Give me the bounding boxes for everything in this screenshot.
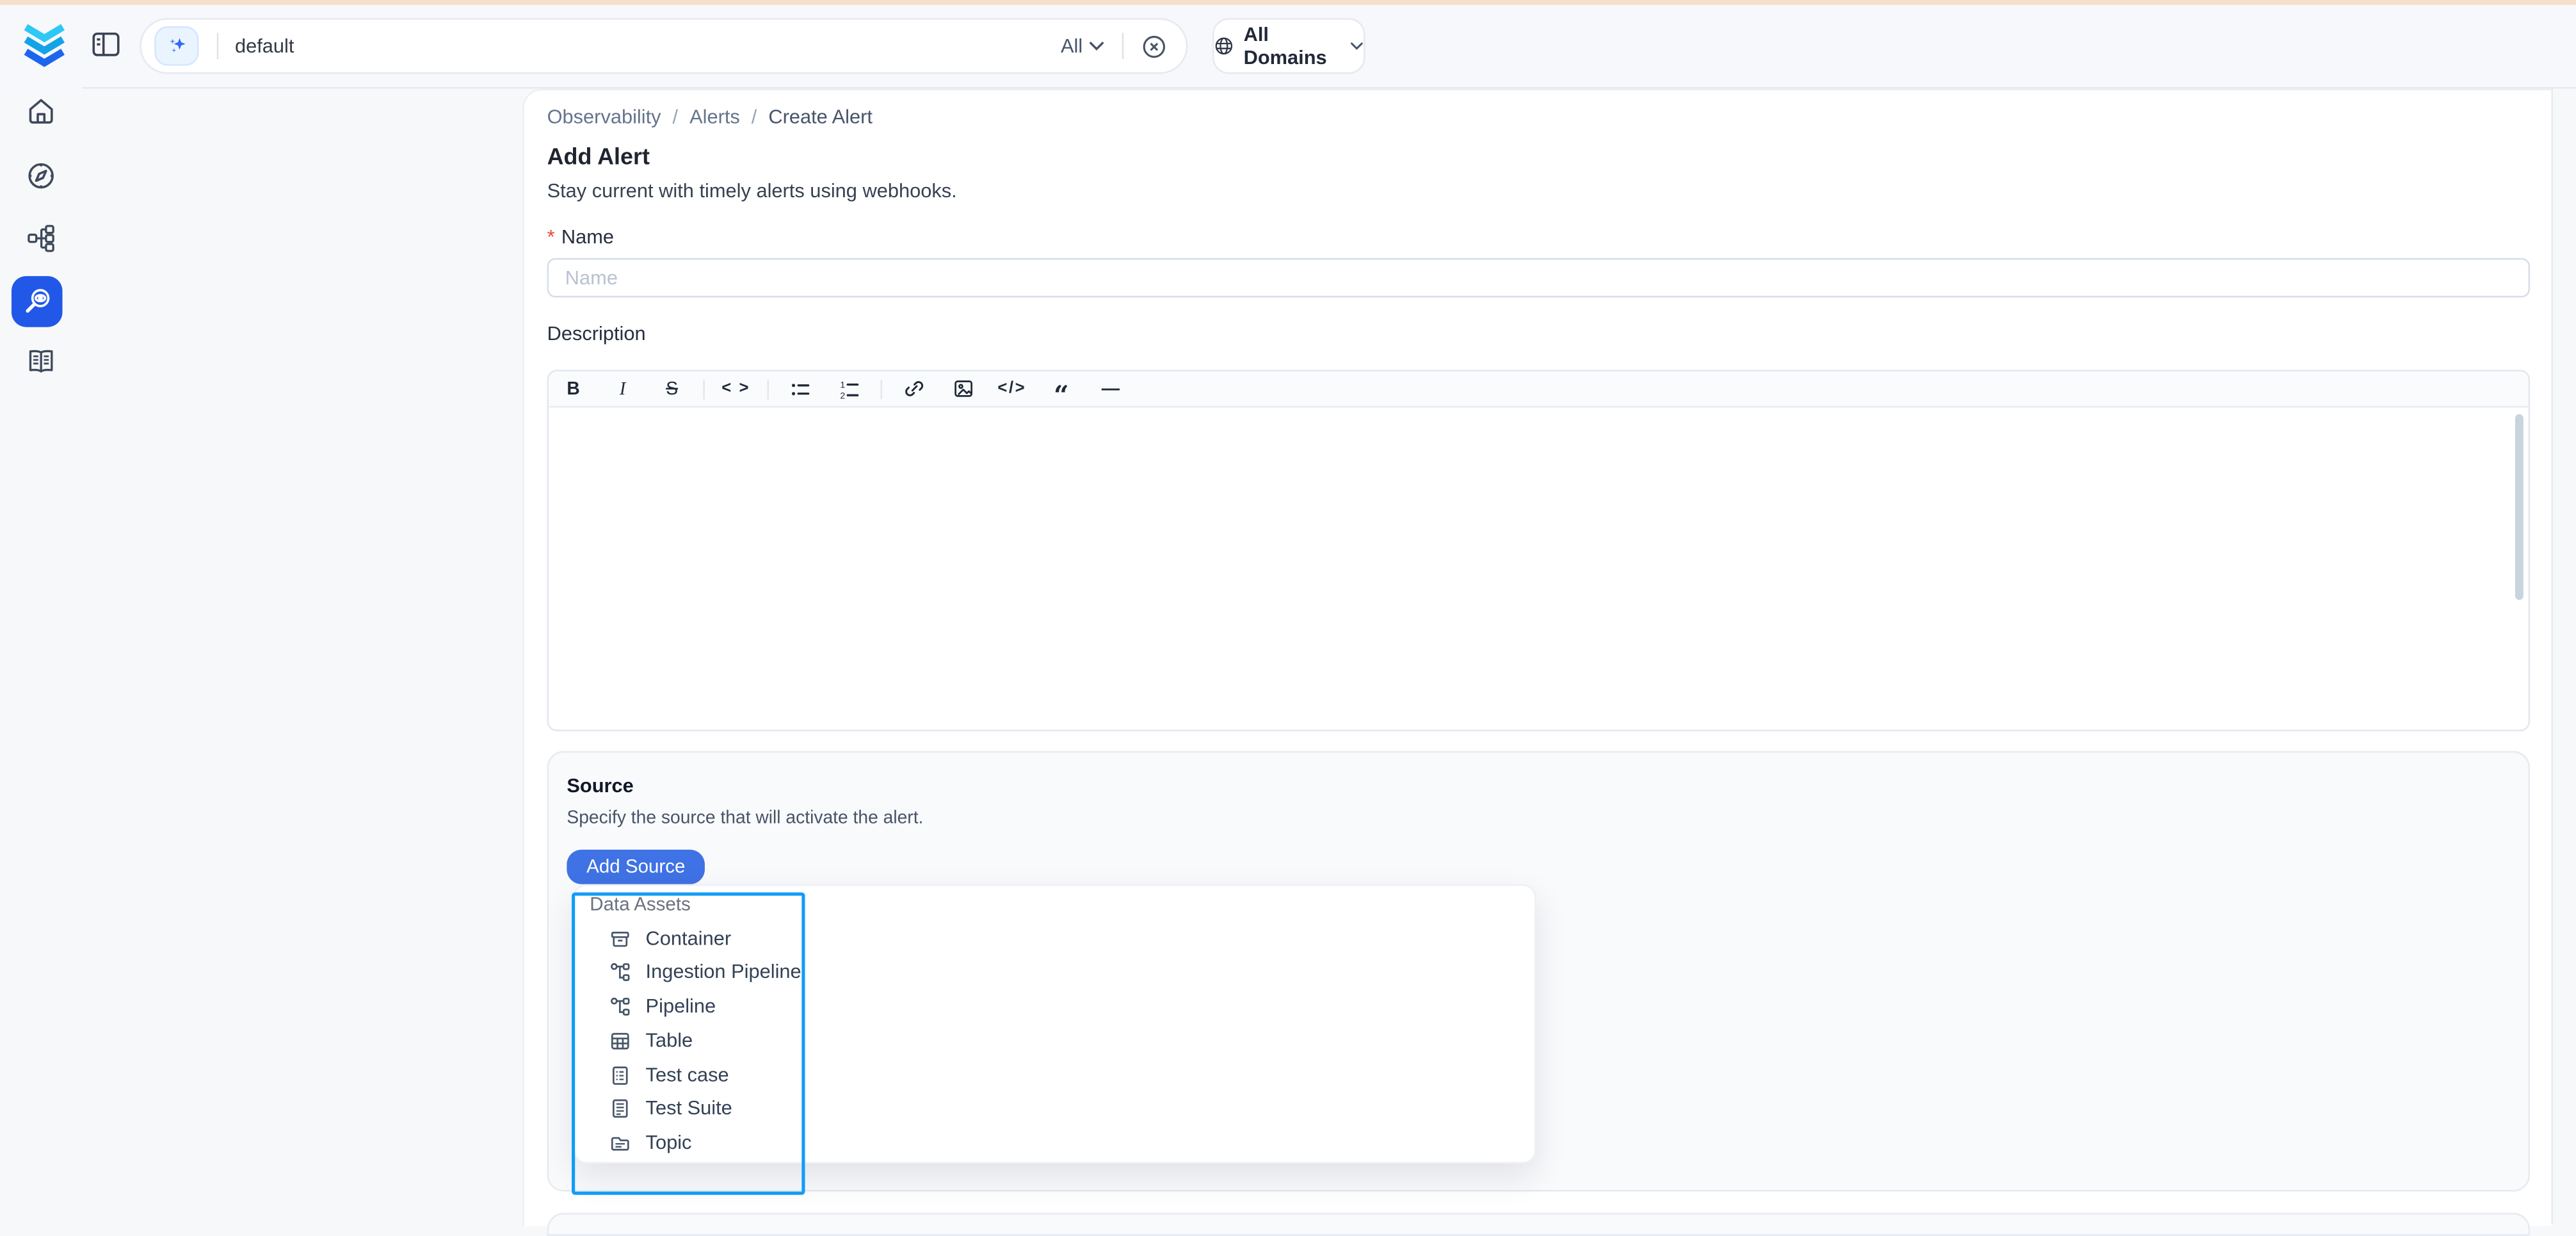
editor-toolbar: B I S < > 1 2 xyxy=(549,371,2528,407)
sidebar-item-explore[interactable] xyxy=(26,161,56,190)
all-domains-button[interactable]: All Domains xyxy=(1212,18,1365,74)
search-input[interactable]: default xyxy=(235,35,294,58)
breadcrumb: Observability / Alerts / Create Alert xyxy=(547,105,873,128)
link-icon[interactable] xyxy=(889,378,938,399)
domains-hierarchy-icon xyxy=(26,224,56,253)
test-suite-icon xyxy=(609,1097,631,1118)
breadcrumb-link-alerts[interactable]: Alerts xyxy=(689,105,740,128)
left-nav-rail xyxy=(0,87,82,1224)
description-editor: B I S < > 1 2 xyxy=(547,370,2531,731)
dropdown-group-label: Data Assets xyxy=(590,896,691,916)
dropdown-option-table[interactable]: Table xyxy=(609,1024,693,1057)
sidebar-item-home[interactable] xyxy=(26,97,56,126)
topic-icon xyxy=(609,1132,631,1153)
required-marker: * xyxy=(547,225,555,248)
code-block-icon[interactable]: </> xyxy=(987,380,1036,398)
dropdown-option-container[interactable]: Container xyxy=(609,922,731,955)
app-root: default All All Domains xyxy=(0,0,2576,1224)
name-input[interactable] xyxy=(547,258,2531,298)
dropdown-option-topic[interactable]: Topic xyxy=(609,1126,691,1159)
blockquote-icon[interactable]: “ xyxy=(1036,377,1086,400)
next-section-card xyxy=(547,1213,2531,1236)
add-source-button[interactable]: Add Source xyxy=(567,850,705,884)
chevron-down-icon xyxy=(1089,41,1104,51)
breadcrumb-separator: / xyxy=(673,105,679,128)
dropdown-option-pipeline[interactable]: Pipeline xyxy=(609,989,716,1022)
editor-scrollbar[interactable] xyxy=(2515,414,2524,600)
italic-icon[interactable]: I xyxy=(598,379,647,399)
bold-icon[interactable]: B xyxy=(549,379,598,399)
numbered-list-icon[interactable]: 1 2 xyxy=(825,379,874,399)
breadcrumb-current: Create Alert xyxy=(768,105,873,128)
inline-code-icon[interactable]: < > xyxy=(711,380,761,398)
source-section-description: Specify the source that will activate th… xyxy=(567,809,923,829)
table-icon xyxy=(609,1030,631,1051)
test-case-icon xyxy=(609,1064,631,1086)
chevron-down-icon xyxy=(1351,41,1364,51)
pipeline-icon xyxy=(609,961,631,982)
description-field-label: Description xyxy=(547,322,646,345)
horizontal-rule-icon[interactable]: — xyxy=(1086,379,1135,399)
pipeline-icon xyxy=(609,995,631,1016)
source-section-title: Source xyxy=(567,774,633,797)
name-field-label: *Name xyxy=(547,225,614,248)
knowledge-book-icon xyxy=(26,346,56,376)
page-title: Add Alert xyxy=(547,143,650,169)
notice-strip xyxy=(0,0,2576,5)
breadcrumb-separator: / xyxy=(752,105,757,128)
toolbar-divider xyxy=(881,379,883,399)
search-scope-label: All xyxy=(1061,35,1083,58)
image-icon[interactable] xyxy=(938,378,987,399)
observability-icon xyxy=(21,286,52,318)
search-divider xyxy=(217,33,219,59)
global-search-bar[interactable]: default All xyxy=(140,18,1187,74)
sidebar-toggle-icon[interactable] xyxy=(92,31,120,58)
toolbar-divider xyxy=(703,379,705,399)
dropdown-option-test-suite[interactable]: Test Suite xyxy=(609,1091,732,1124)
svg-text:1: 1 xyxy=(840,379,845,389)
sidebar-item-observability[interactable] xyxy=(12,276,63,327)
circle-x-icon[interactable] xyxy=(1142,34,1166,58)
description-textarea[interactable] xyxy=(549,407,2528,731)
breadcrumb-link-observability[interactable]: Observability xyxy=(547,105,661,128)
bulleted-list-icon[interactable] xyxy=(775,379,825,399)
dropdown-option-test-case[interactable]: Test case xyxy=(609,1059,729,1091)
dropdown-option-ingestion-pipeline[interactable]: Ingestion Pipeline xyxy=(609,955,801,988)
sidebar-item-learning[interactable] xyxy=(26,346,56,376)
search-divider xyxy=(1122,33,1124,59)
strikethrough-icon[interactable]: S xyxy=(647,379,696,399)
home-icon xyxy=(26,97,56,126)
globe-icon xyxy=(1214,35,1234,58)
sidebar-item-domains[interactable] xyxy=(26,224,56,253)
app-logo-icon[interactable] xyxy=(20,20,69,69)
explore-compass-icon xyxy=(26,161,56,190)
page-scrollbar-gutter[interactable] xyxy=(2551,89,2576,1224)
page-subtitle: Stay current with timely alerts using we… xyxy=(547,179,957,202)
sparkle-icon[interactable] xyxy=(154,26,198,66)
all-domains-label: All Domains xyxy=(1244,23,1341,69)
search-scope-dropdown[interactable]: All xyxy=(1061,35,1104,58)
toolbar-divider xyxy=(767,379,769,399)
container-icon xyxy=(609,928,631,949)
svg-text:2: 2 xyxy=(840,389,845,398)
